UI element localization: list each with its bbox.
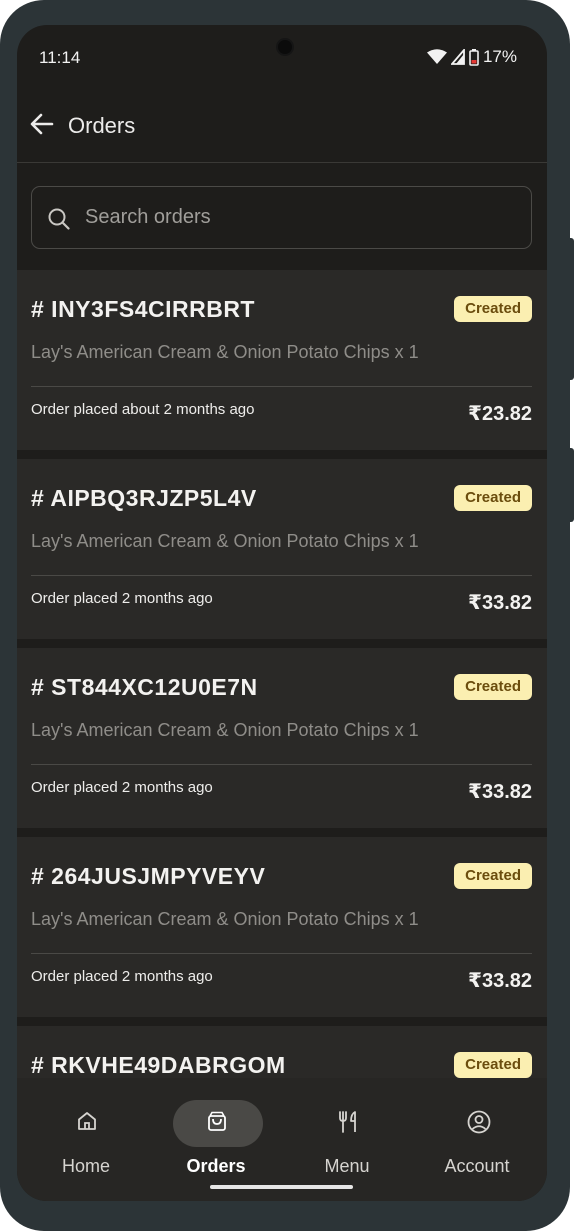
screen: 11:14 17% Orders # INY3FS4CIRRBRT Create… [17, 25, 547, 1201]
order-placed-time: Order placed about 2 months ago [31, 401, 255, 418]
status-badge: Created [454, 674, 532, 700]
orders-list: # INY3FS4CIRRBRT Created Lay's American … [17, 270, 547, 1078]
order-items: Lay's American Cream & Onion Potato Chip… [31, 909, 419, 929]
back-arrow-icon[interactable] [29, 111, 55, 137]
search-icon [48, 208, 70, 230]
order-card[interactable]: # RKVHE49DABRGOM Created [17, 1026, 547, 1078]
order-card[interactable]: # ST844XC12U0E7N Created Lay's American … [17, 648, 547, 828]
order-price: ₹33.82 [468, 970, 532, 992]
order-card[interactable]: # AIPBQ3RJZP5L4V Created Lay's American … [17, 459, 547, 639]
battery-percent: 17% [482, 47, 517, 66]
divider [31, 575, 532, 576]
nav-home[interactable]: Home [20, 1078, 152, 1188]
front-camera [276, 38, 294, 56]
gesture-home-indicator[interactable] [210, 1185, 353, 1189]
divider [31, 386, 532, 387]
order-placed-time: Order placed 2 months ago [31, 779, 213, 796]
order-price: ₹33.82 [468, 781, 532, 803]
bottom-navigation: Home Orders Menu Account [17, 1078, 547, 1201]
order-price: ₹33.82 [468, 592, 532, 614]
divider [31, 953, 532, 954]
order-placed-time: Order placed 2 months ago [31, 590, 213, 607]
nav-account[interactable]: Account [411, 1078, 543, 1188]
order-id: # 264JUSJMPYVEYV [31, 863, 266, 889]
nav-label: Account [444, 1156, 510, 1176]
nav-orders[interactable]: Orders [150, 1078, 282, 1188]
app-bar: Orders [17, 87, 547, 163]
cell-signal-icon [450, 49, 465, 65]
page-title: Orders [68, 113, 136, 138]
order-id: # AIPBQ3RJZP5L4V [31, 485, 257, 511]
status-badge: Created [454, 1052, 532, 1078]
divider [31, 764, 532, 765]
nav-label: Orders [186, 1156, 246, 1176]
order-price: ₹23.82 [468, 403, 532, 425]
status-icons: 17% [426, 47, 517, 67]
volume-button [569, 448, 574, 522]
order-card[interactable]: # 264JUSJMPYVEYV Created Lay's American … [17, 837, 547, 1017]
power-button [569, 238, 574, 380]
status-time: 11:14 [39, 48, 81, 67]
order-id: # RKVHE49DABRGOM [31, 1052, 286, 1078]
order-id: # INY3FS4CIRRBRT [31, 296, 255, 322]
search-box[interactable] [31, 186, 532, 249]
status-bar: 11:14 17% [17, 25, 547, 87]
nav-label: Menu [324, 1156, 370, 1176]
home-icon [78, 1112, 96, 1130]
nav-label: Home [61, 1156, 110, 1176]
search-input[interactable] [85, 187, 515, 248]
order-items: Lay's American Cream & Onion Potato Chip… [31, 531, 419, 551]
nav-menu[interactable]: Menu [281, 1078, 413, 1188]
shopping-bag-icon [208, 1111, 226, 1131]
order-id: # ST844XC12U0E7N [31, 674, 258, 700]
status-badge: Created [454, 296, 532, 322]
order-placed-time: Order placed 2 months ago [31, 968, 213, 985]
battery-icon [469, 48, 479, 66]
status-badge: Created [454, 485, 532, 511]
order-items: Lay's American Cream & Onion Potato Chip… [31, 342, 419, 362]
wifi-icon [426, 49, 447, 64]
account-icon [467, 1110, 491, 1134]
fork-knife-icon [339, 1111, 356, 1133]
order-card[interactable]: # INY3FS4CIRRBRT Created Lay's American … [17, 270, 547, 450]
order-items: Lay's American Cream & Onion Potato Chip… [31, 720, 419, 740]
status-badge: Created [454, 863, 532, 889]
